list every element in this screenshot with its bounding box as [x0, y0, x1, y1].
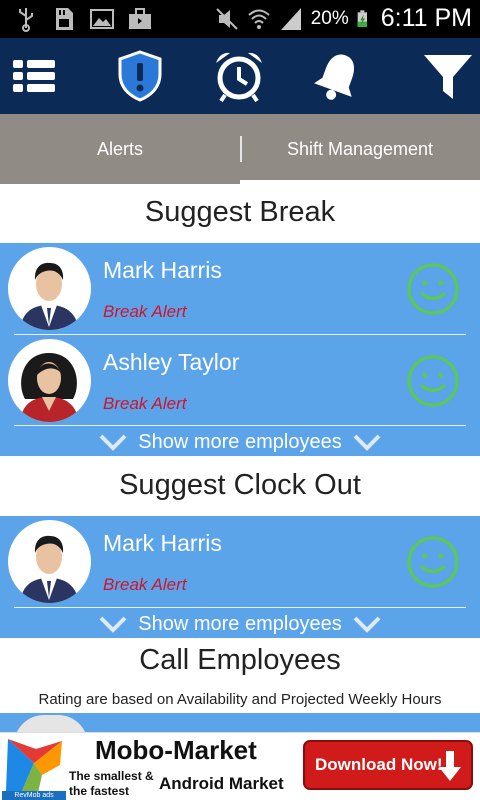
- section-title-call-employees: Call Employees: [139, 644, 341, 676]
- alerts-shield-button[interactable]: [110, 46, 170, 106]
- filter-button[interactable]: [418, 46, 478, 106]
- chevron-down-icon: [99, 434, 127, 451]
- notifications-button[interactable]: [308, 46, 368, 106]
- briefcase-icon: [129, 8, 151, 29]
- tab-selected-indicator: [240, 180, 480, 184]
- ad-title: Mobo-Market: [95, 735, 257, 765]
- male-avatar-icon: [20, 535, 79, 603]
- avatar: [8, 520, 91, 603]
- down-arrow-icon: [439, 751, 461, 781]
- status-bar: 20% 6:11 PM: [0, 0, 480, 38]
- alarm-clock-icon: [216, 52, 262, 103]
- show-more-button[interactable]: Show more employees: [0, 608, 480, 640]
- tab-bar: Alerts Shift Management: [0, 114, 480, 184]
- list-item[interactable]: Mark Harris Break Alert: [0, 516, 480, 607]
- signal-icon: [280, 7, 301, 30]
- download-now-button[interactable]: Download Now!: [303, 740, 473, 790]
- suggest-break-panel: Mark Harris Break Alert Ashley Taylor Br…: [0, 243, 480, 456]
- male-avatar-icon: [20, 262, 79, 330]
- shield-alert-icon: [118, 50, 162, 102]
- suggest-clock-out-panel: Mark Harris Break Alert Show more employ…: [0, 516, 480, 638]
- battery-charging-icon: [357, 9, 367, 27]
- mute-icon: [216, 7, 238, 30]
- section-title-suggest-break: Suggest Break: [144, 196, 336, 228]
- employee-name: Mark Harris: [103, 530, 222, 556]
- bell-icon: [314, 54, 355, 100]
- smiley-icon[interactable]: [406, 262, 460, 316]
- employee-status: Break Alert: [103, 575, 187, 594]
- alarm-button[interactable]: [209, 46, 269, 106]
- employee-name: Ashley Taylor: [103, 349, 240, 375]
- list-item[interactable]: Mark Harris Break Alert: [0, 243, 480, 334]
- section-title-suggest-clock-out: Suggest Clock Out: [119, 469, 361, 501]
- female-avatar-icon: [20, 353, 79, 422]
- show-more-label: Show more employees: [138, 612, 342, 635]
- employee-name: Mark Harris: [103, 257, 222, 283]
- ad-tagline: The smallest &: [69, 769, 154, 783]
- ad-tagline: the fastest: [69, 784, 130, 798]
- tab-shift-management[interactable]: Shift Management: [240, 114, 480, 184]
- chevron-down-icon: [353, 616, 381, 633]
- clock: 6:11 PM: [380, 4, 472, 32]
- smiley-icon[interactable]: [406, 535, 460, 589]
- list-item[interactable]: Ashley Taylor Break Alert: [0, 335, 480, 426]
- tab-alerts[interactable]: Alerts: [0, 114, 240, 184]
- menu-button[interactable]: [5, 46, 65, 106]
- avatar: [8, 247, 91, 330]
- rating-note: Rating are based on Availability and Pro…: [38, 691, 442, 708]
- show-more-button[interactable]: Show more employees: [0, 426, 480, 458]
- avatar: [8, 339, 91, 422]
- download-now-label: Download Now!: [315, 755, 443, 774]
- chevron-down-icon: [99, 616, 127, 633]
- top-toolbar: [0, 38, 480, 114]
- ad-banner[interactable]: RevMob ads Mobo-Market The smallest & th…: [0, 732, 480, 800]
- image-icon: [90, 9, 114, 29]
- wifi-icon: [248, 9, 270, 29]
- usb-icon: [19, 8, 33, 32]
- sd-card-icon: [56, 8, 73, 30]
- employee-status: Break Alert: [103, 302, 187, 321]
- smiley-icon[interactable]: [406, 354, 460, 408]
- list-icon: [13, 60, 55, 92]
- ad-network-label: RevMob ads: [2, 791, 66, 800]
- show-more-label: Show more employees: [138, 430, 342, 453]
- employee-status: Break Alert: [103, 394, 187, 413]
- filter-icon: [424, 55, 472, 99]
- battery-percent: 20%: [310, 7, 349, 29]
- mobo-market-logo-icon: [6, 739, 62, 793]
- chevron-down-icon: [353, 434, 381, 451]
- ad-market-label: Android Market: [159, 774, 284, 793]
